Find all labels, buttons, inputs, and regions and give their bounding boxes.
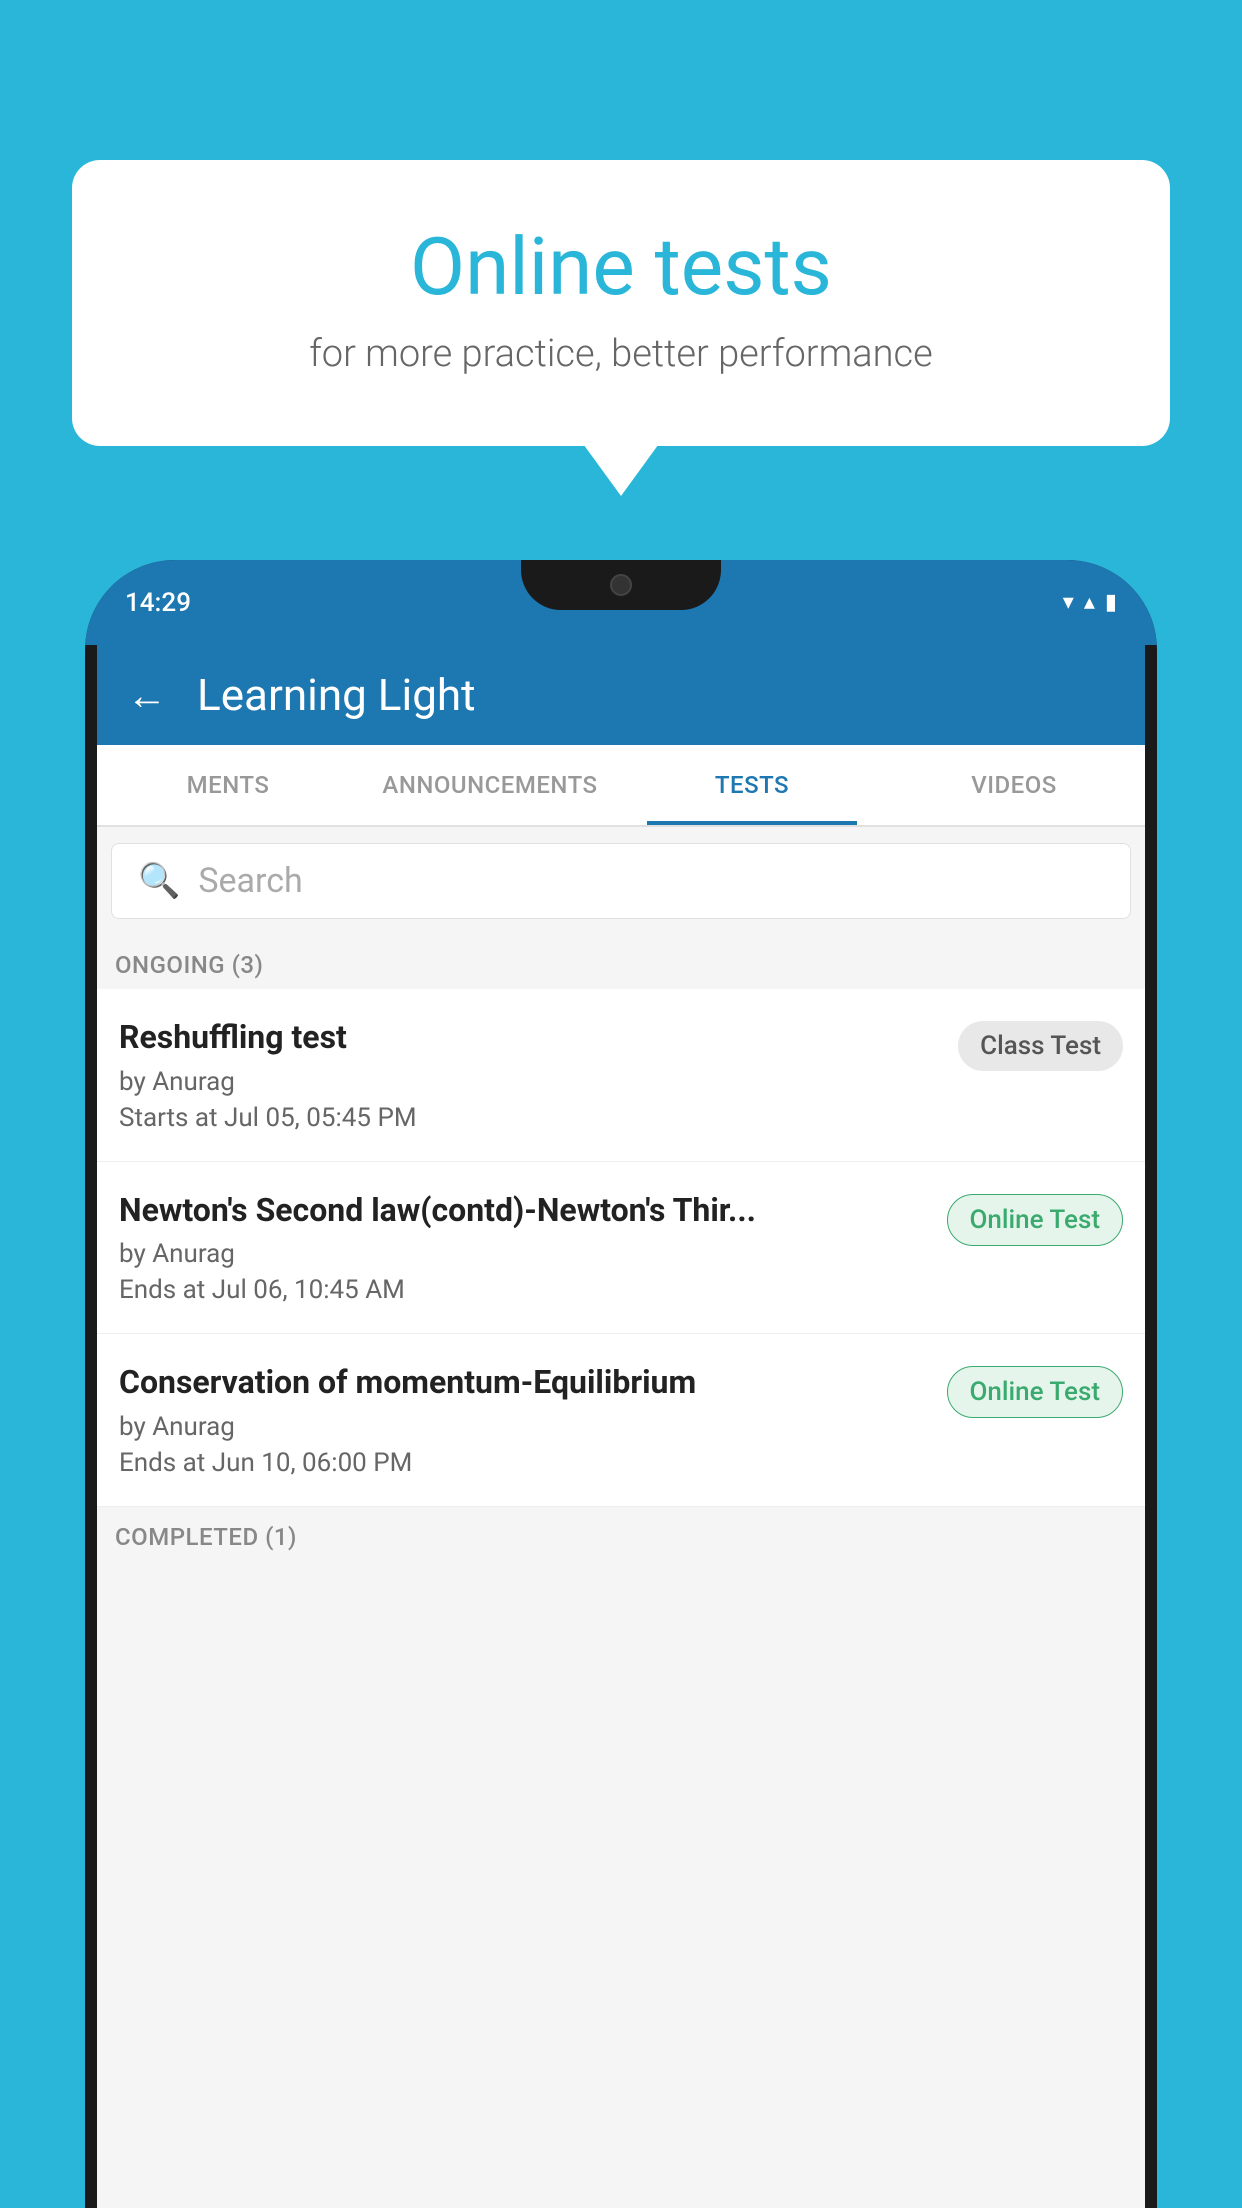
back-button[interactable]: ← [127,672,167,719]
test-title-reshuffling: Reshuffling test [119,1017,942,1059]
test-author-conservation: by Anurag [119,1412,931,1442]
phone-frame: 14:29 ▾ ▴ ▮ ← Learning Light MENTS ANNOU… [85,560,1157,2208]
battery-icon: ▮ [1105,590,1117,615]
test-item-conservation[interactable]: Conservation of momentum-Equilibrium by … [97,1334,1145,1507]
completed-section-label: COMPLETED (1) [97,1507,1145,1561]
tab-videos[interactable]: VIDEOS [883,745,1145,825]
tab-announcements[interactable]: ANNOUNCEMENTS [359,745,621,825]
app-bar-title: Learning Light [197,669,476,721]
tab-ments[interactable]: MENTS [97,745,359,825]
status-bar: 14:29 ▾ ▴ ▮ [85,560,1157,645]
tabs-bar: MENTS ANNOUNCEMENTS TESTS VIDEOS [97,745,1145,827]
test-title-newton: Newton's Second law(contd)-Newton's Thir… [119,1190,931,1232]
camera [610,574,632,596]
test-info-reshuffling: Reshuffling test by Anurag Starts at Jul… [119,1017,958,1133]
test-author-reshuffling: by Anurag [119,1067,942,1097]
test-time-reshuffling: Starts at Jul 05, 05:45 PM [119,1103,942,1133]
speech-bubble: Online tests for more practice, better p… [72,160,1170,446]
phone-notch [521,560,721,610]
search-icon: 🔍 [138,861,180,901]
test-badge-class-reshuffling: Class Test [958,1021,1123,1071]
wifi-icon: ▾ [1063,590,1074,615]
bubble-title: Online tests [152,220,1090,314]
status-time: 14:29 [125,588,191,618]
search-bar[interactable]: 🔍 Search [111,843,1131,919]
status-icons: ▾ ▴ ▮ [1063,590,1117,615]
test-info-newton: Newton's Second law(contd)-Newton's Thir… [119,1190,947,1306]
test-time-newton: Ends at Jul 06, 10:45 AM [119,1275,931,1305]
test-item-newton[interactable]: Newton's Second law(contd)-Newton's Thir… [97,1162,1145,1335]
search-placeholder: Search [198,861,302,901]
test-badge-online-conservation: Online Test [947,1366,1124,1418]
ongoing-section-label: ONGOING (3) [97,935,1145,989]
test-badge-online-newton: Online Test [947,1194,1124,1246]
test-info-conservation: Conservation of momentum-Equilibrium by … [119,1362,947,1478]
signal-icon: ▴ [1084,590,1095,615]
bubble-subtitle: for more practice, better performance [152,332,1090,376]
test-author-newton: by Anurag [119,1239,931,1269]
phone-screen: ← Learning Light MENTS ANNOUNCEMENTS TES… [97,645,1145,2208]
test-title-conservation: Conservation of momentum-Equilibrium [119,1362,931,1404]
tab-tests[interactable]: TESTS [621,745,883,825]
test-time-conservation: Ends at Jun 10, 06:00 PM [119,1448,931,1478]
test-item-reshuffling[interactable]: Reshuffling test by Anurag Starts at Jul… [97,989,1145,1162]
app-bar: ← Learning Light [97,645,1145,745]
